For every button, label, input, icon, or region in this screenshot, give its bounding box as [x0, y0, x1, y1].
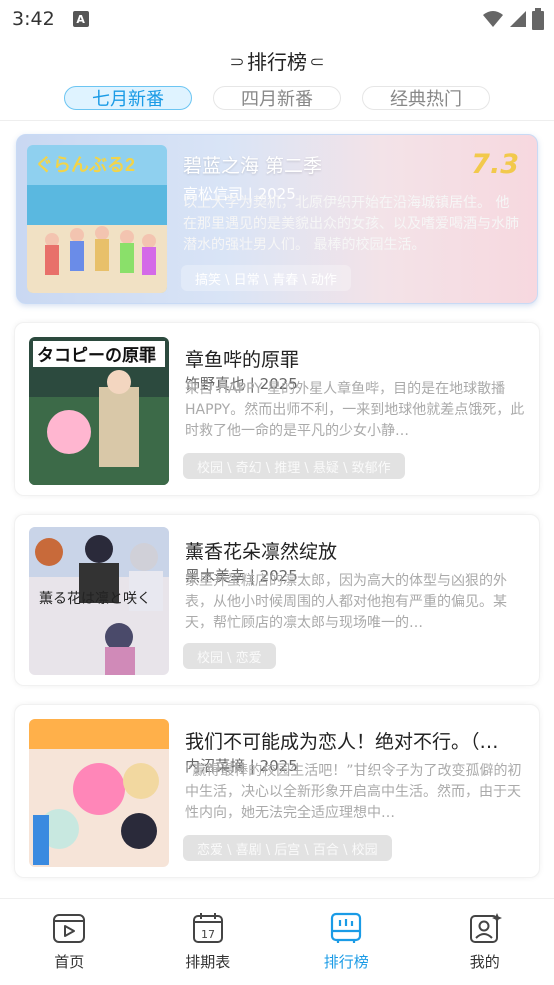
cover-image: タコピーの原罪: [29, 337, 169, 485]
svg-text:ぐらんぶる2: ぐらんぶる2: [35, 155, 135, 175]
cover-image: ぐらんぶる2: [27, 145, 167, 293]
season-tabs: 七月新番 四月新番 经典热门: [0, 86, 554, 114]
notification-a-icon: A: [72, 11, 89, 27]
status-icons: [482, 8, 544, 30]
page-title: ⸧排行榜⸦: [227, 50, 327, 74]
nav-label: 首页: [54, 953, 85, 971]
nav-ranking[interactable]: 排行榜: [277, 899, 416, 985]
card-description: 以上大学为契机，北原伊织开始在沿海城镇居住。 他在那里遇见的是美貌出众的女孩、以…: [183, 195, 519, 253]
tab-classic-hot[interactable]: 经典热门: [362, 86, 490, 110]
cover-image: 薫る花は凛と咲く: [29, 527, 169, 675]
nav-label: 我的: [469, 953, 500, 971]
nav-label: 排期表: [185, 953, 231, 971]
ranking-card-3[interactable]: 薫る花は凛と咲く 薰香花朵凛然绽放 黑木美幸 | 2025 家里开蛋糕店的凛太郎…: [14, 514, 540, 686]
calendar-day: 17: [201, 928, 215, 941]
play-icon: [53, 914, 86, 943]
divider: [0, 120, 554, 121]
score-badge: 7.3: [471, 149, 519, 180]
card-title: 碧蓝之海 第二季: [183, 155, 323, 177]
tab-april-new[interactable]: 四月新番: [213, 86, 341, 110]
calendar-icon: 17: [192, 913, 223, 943]
card-title: 章鱼哔的原罪: [185, 349, 300, 371]
tag-list: 搞笑 \ 日常 \ 青春 \ 动作: [181, 265, 351, 291]
card-description: 来自 HAPPY 星的外星人章鱼哔，目的是在地球散播 HAPPY。然而出师不利，…: [185, 381, 525, 439]
ranking-card-4[interactable]: 我们不可能成为恋人！绝对不行。（… 内沼菜摘 | 2025 “赢得最棒的校园生活…: [14, 704, 540, 878]
cover-image: [29, 719, 169, 867]
battery-icon: [532, 8, 544, 30]
nav-label: 排行榜: [323, 953, 369, 971]
card-description: 家里开蛋糕店的凛太郎，因为高大的体型与凶狠的外表，从他小时候周围的人都对他抱有严…: [185, 573, 507, 631]
card-title: 我们不可能成为恋人！绝对不行。（…: [185, 731, 499, 753]
profile-icon: [469, 913, 502, 943]
nav-home[interactable]: 首页: [0, 899, 139, 985]
nav-schedule[interactable]: 17 排期表: [139, 899, 278, 985]
svg-text:薫る花は凛と咲く: 薫る花は凛と咲く: [39, 590, 151, 607]
tag-list: 恋爱 \ 喜剧 \ 后宫 \ 百合 \ 校园: [183, 835, 392, 861]
ranking-card-2[interactable]: タコピーの原罪 章鱼哔的原罪 饰野真也 | 2025 来自 HAPPY 星的外星…: [14, 322, 540, 496]
status-time: 3:42: [12, 8, 55, 30]
tag-list: 校园 \ 奇幻 \ 推理 \ 悬疑 \ 致郁作: [183, 453, 405, 479]
svg-text:タコピーの原罪: タコピーの原罪: [37, 346, 156, 365]
ranking-icon: [331, 912, 362, 943]
signal-icon: [510, 11, 526, 27]
ranking-card-1[interactable]: ぐらんぶる2 碧蓝之海 第二季 7.3 高松信司 | 2025 以上大学为契机，…: [16, 134, 538, 304]
nav-profile[interactable]: 我的: [416, 899, 554, 985]
tab-july-new[interactable]: 七月新番: [64, 86, 192, 110]
card-title: 薰香花朵凛然绽放: [185, 541, 338, 563]
tag-list: 校园 \ 恋爱: [183, 643, 276, 669]
card-description: “赢得最棒的校园生活吧！”甘织令子为了改变孤僻的初中生活，决心以全新形象开启高中…: [185, 763, 522, 821]
status-bar: 3:42 A: [0, 0, 554, 38]
wifi-icon: [483, 11, 503, 27]
bottom-nav: 首页 17 排期表 排行榜 我的: [0, 898, 554, 985]
